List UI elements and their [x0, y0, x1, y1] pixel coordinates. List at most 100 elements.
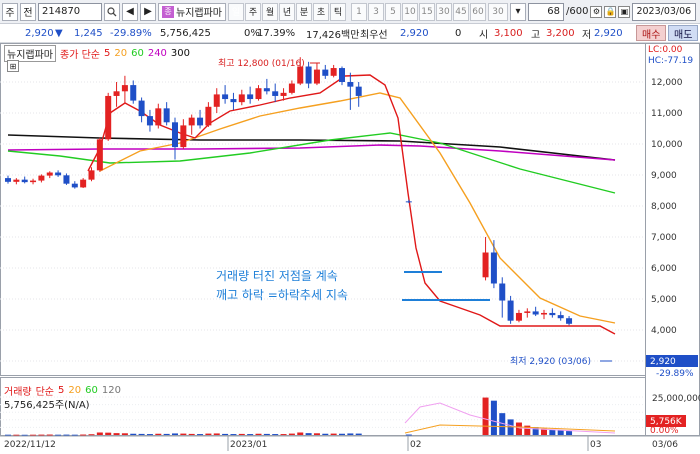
volume-bar [105, 432, 112, 435]
legend-price-label: 종가 단순 [60, 50, 100, 61]
candle-body [339, 68, 345, 82]
volume-bar [230, 434, 237, 436]
volume-bar [272, 434, 279, 436]
low-note: 최저 2,920 (03/06) [510, 356, 591, 367]
best-ask-value: 2,920 [400, 27, 429, 39]
volume-bar [405, 434, 412, 436]
interval-button-5[interactable]: 30 [436, 2, 452, 21]
interval-button-2[interactable]: 5 [385, 2, 401, 21]
volume-bar [549, 429, 556, 435]
volume-bar [121, 433, 128, 435]
low-label: 저 [582, 29, 592, 41]
stock-name: 뉴지랩파마 [176, 8, 222, 19]
candle-body [549, 312, 556, 316]
candle-body [121, 85, 128, 92]
next-stock-button[interactable]: ▶ [140, 2, 156, 21]
bar-count-input[interactable]: 68 [528, 2, 564, 21]
volume-bar [46, 434, 53, 436]
candle-body [490, 252, 497, 284]
volume-bar [322, 433, 329, 435]
candle-body [197, 117, 204, 126]
volume-bar [88, 434, 95, 436]
period-tab-1[interactable]: 주 [245, 2, 261, 21]
buy-button[interactable]: 매수 [636, 25, 667, 41]
volume-bar [339, 433, 345, 435]
interval-button-3[interactable]: 10 [402, 2, 418, 21]
volume-bar [222, 433, 229, 435]
candle-body [205, 106, 212, 126]
candle-body [330, 68, 337, 76]
open-value: 3,100 [494, 27, 523, 39]
period-tab-0[interactable]: 일 [228, 2, 244, 21]
interval-button-0[interactable]: 1 [351, 2, 367, 21]
date-tick-label: 02 [410, 440, 421, 450]
legend-ma20: 20 [114, 48, 128, 59]
candle-body [541, 312, 547, 315]
interval-extra[interactable]: 30 [488, 2, 508, 21]
legend-vma20: 20 [68, 385, 82, 396]
stock-code-input[interactable]: 214870 [38, 2, 102, 21]
interval-button-7[interactable]: 60 [470, 2, 486, 21]
volume-bar [138, 433, 145, 435]
period-tab-3[interactable]: 년 [279, 2, 295, 21]
expand-icon[interactable]: ⊞ [7, 60, 19, 72]
volume-bar [213, 433, 220, 435]
prev-stock-button[interactable]: ◀ [122, 2, 138, 21]
legend-ma60: 60 [131, 48, 144, 59]
legend-vma5: 5 [58, 385, 65, 396]
volume-bar [355, 433, 362, 435]
volume-bar [247, 434, 254, 436]
settings-icon[interactable]: ⚙ [590, 5, 603, 18]
chart-toolbar: 주 전 214870 ◀ ▶ 종 뉴지랩파마 일주월년분초틱 1 3 5 10 15 30… [0, 0, 700, 24]
interval-button-4[interactable]: 15 [419, 2, 435, 21]
interval-button-6[interactable]: 45 [453, 2, 469, 21]
best-bid-value: 0 [455, 27, 462, 39]
candle-body [272, 91, 279, 96]
volume-bar [566, 431, 573, 435]
candle-body [138, 100, 145, 117]
price-tick-label: 12,000 [651, 78, 683, 88]
interval-button-1[interactable]: 3 [368, 2, 384, 21]
open-label: 시 [479, 29, 489, 41]
period-tab-5[interactable]: 초 [313, 2, 329, 21]
volume-bar [305, 433, 312, 435]
volume-bar [557, 430, 564, 435]
search-icon[interactable] [104, 2, 120, 21]
price-tick-label: 7,000 [651, 233, 677, 243]
lock-icon[interactable]: 🔒 [604, 5, 617, 18]
period-tab-4[interactable]: 분 [296, 2, 312, 21]
volume-bar [163, 433, 170, 435]
volume-bar [238, 433, 245, 435]
candle-body [313, 69, 320, 84]
high-note: 최고 12,800 (01/16) [218, 58, 305, 69]
candle-body [566, 318, 573, 324]
volume-bar [255, 433, 262, 435]
candle-body [499, 283, 506, 301]
volume-bar [482, 397, 489, 435]
interval-dropdown[interactable]: ▾ [510, 2, 526, 21]
annotation-line-2: 깨고 하락 =하락추세 지속 [216, 288, 348, 302]
price-tick-label: 9,000 [651, 171, 677, 181]
period-tab-2[interactable]: 월 [262, 2, 278, 21]
sell-button[interactable]: 매도 [668, 25, 699, 41]
change-percent: -29.89% [110, 27, 152, 39]
interval-selector: 1 3 5 10 15 30 45 60 [351, 2, 486, 21]
bar-count-total: /600 [566, 6, 589, 17]
market-select[interactable]: 주 [2, 2, 18, 21]
period-tab-6[interactable]: 틱 [330, 2, 346, 21]
volume-value: 5,756,425 [160, 27, 211, 39]
candle-body [524, 311, 531, 313]
date-tick-label: 2023/01 [230, 440, 267, 450]
candle-body [38, 175, 45, 181]
save-icon[interactable]: ▣ [618, 5, 631, 18]
candle-body [30, 180, 37, 183]
price-info-bar: 2,920 ▼ 1,245 -29.89% 5,756,425 0% 17.39… [0, 24, 700, 43]
candle-body [263, 88, 270, 92]
volume-bar [113, 433, 120, 435]
chart-area[interactable]: 3,0004,0005,0006,0007,0008,0009,00010,00… [0, 43, 700, 451]
candle-body [113, 91, 120, 96]
candle-body [88, 170, 95, 180]
date-input[interactable]: 2023/03/06 [632, 2, 697, 21]
mode-select[interactable]: 전 [20, 2, 36, 21]
candle-body [5, 178, 11, 182]
